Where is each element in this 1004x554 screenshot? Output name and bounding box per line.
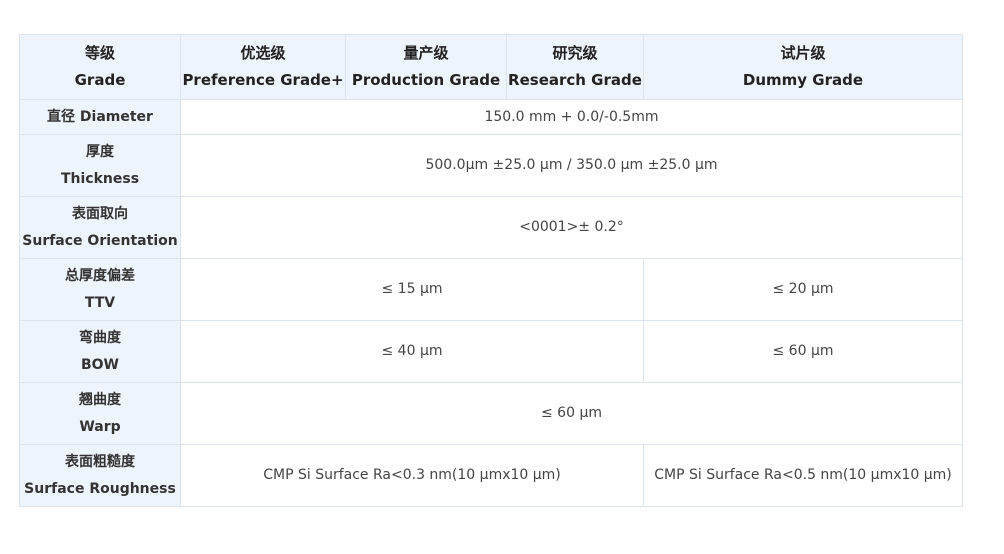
header-production-zh: 量产级 xyxy=(403,44,449,62)
header-research-zh: 研究级 xyxy=(552,44,598,62)
cell-orientation-value: <0001>± 0.2° xyxy=(180,196,963,259)
header-research-grade: 研究级 Research Grade xyxy=(506,34,644,100)
row-label-thickness: 厚度 Thickness xyxy=(19,134,181,197)
row-label-warp: 翘曲度 Warp xyxy=(19,382,181,445)
row-label-zh: 总厚度偏差 xyxy=(65,267,135,284)
header-preference-en: Preference Grade+ xyxy=(182,71,344,89)
cell-diameter-value: 150.0 mm + 0.0/-0.5mm xyxy=(180,99,963,135)
cell-roughness-main-value: CMP Si Surface Ra<0.3 nm(10 μmx10 μm) xyxy=(180,444,644,507)
header-dummy-grade: 试片级 Dummy Grade xyxy=(643,34,963,100)
header-grade-en: Grade xyxy=(74,71,126,89)
header-row: 等级 Grade 优选级 Preference Grade+ 量产级 Produ… xyxy=(19,34,963,100)
header-dummy-zh: 试片级 xyxy=(780,44,826,62)
row-diameter: 直径 Diameter 150.0 mm + 0.0/-0.5mm xyxy=(19,99,963,135)
cell-thickness-value: 500.0μm ±25.0 μm / 350.0 μm ±25.0 μm xyxy=(180,134,963,197)
cell-ttv-main-value: ≤ 15 μm xyxy=(180,258,644,321)
row-label-zh: 弯曲度 xyxy=(79,329,121,346)
header-production-grade: 量产级 Production Grade xyxy=(345,34,507,100)
row-label-bow: 弯曲度 BOW xyxy=(19,320,181,383)
header-production-en: Production Grade xyxy=(351,71,501,89)
row-label-text: 直径 Diameter xyxy=(47,108,153,125)
row-label-orientation: 表面取向 Surface Orientation xyxy=(19,196,181,259)
row-label-zh: 表面粗糙度 xyxy=(65,453,135,470)
row-label-roughness: 表面粗糙度 Surface Roughness xyxy=(19,444,181,507)
row-thickness: 厚度 Thickness 500.0μm ±25.0 μm / 350.0 μm… xyxy=(19,134,963,197)
header-preference-zh: 优选级 xyxy=(240,44,286,62)
cell-bow-main-value: ≤ 40 μm xyxy=(180,320,644,383)
row-label-ttv: 总厚度偏差 TTV xyxy=(19,258,181,321)
row-label-diameter: 直径 Diameter xyxy=(19,99,181,135)
row-label-en: Surface Roughness xyxy=(24,480,176,497)
row-label-zh: 厚度 xyxy=(86,143,114,160)
header-grade: 等级 Grade xyxy=(19,34,181,100)
row-roughness: 表面粗糙度 Surface Roughness CMP Si Surface R… xyxy=(19,444,963,507)
cell-bow-dummy-value: ≤ 60 μm xyxy=(643,320,963,383)
header-research-en: Research Grade xyxy=(508,71,642,89)
cell-ttv-dummy-value: ≤ 20 μm xyxy=(643,258,963,321)
row-orientation: 表面取向 Surface Orientation <0001>± 0.2° xyxy=(19,196,963,259)
row-label-en: Warp xyxy=(79,418,121,435)
row-warp: 翘曲度 Warp ≤ 60 μm xyxy=(19,382,963,445)
wafer-spec-table: 等级 Grade 优选级 Preference Grade+ 量产级 Produ… xyxy=(19,34,963,507)
cell-warp-value: ≤ 60 μm xyxy=(180,382,963,445)
header-dummy-en: Dummy Grade xyxy=(742,71,864,89)
row-label-en: BOW xyxy=(80,356,119,373)
row-label-zh: 表面取向 xyxy=(72,205,128,222)
header-preference-grade: 优选级 Preference Grade+ xyxy=(180,34,346,100)
row-ttv: 总厚度偏差 TTV ≤ 15 μm ≤ 20 μm xyxy=(19,258,963,321)
row-label-en: Thickness xyxy=(60,170,140,187)
row-bow: 弯曲度 BOW ≤ 40 μm ≤ 60 μm xyxy=(19,320,963,383)
cell-roughness-dummy-value: CMP Si Surface Ra<0.5 nm(10 μmx10 μm) xyxy=(643,444,963,507)
row-label-en: TTV xyxy=(84,294,116,311)
header-grade-zh: 等级 xyxy=(84,44,115,62)
row-label-en: Surface Orientation xyxy=(22,232,178,249)
row-label-zh: 翘曲度 xyxy=(79,391,121,408)
